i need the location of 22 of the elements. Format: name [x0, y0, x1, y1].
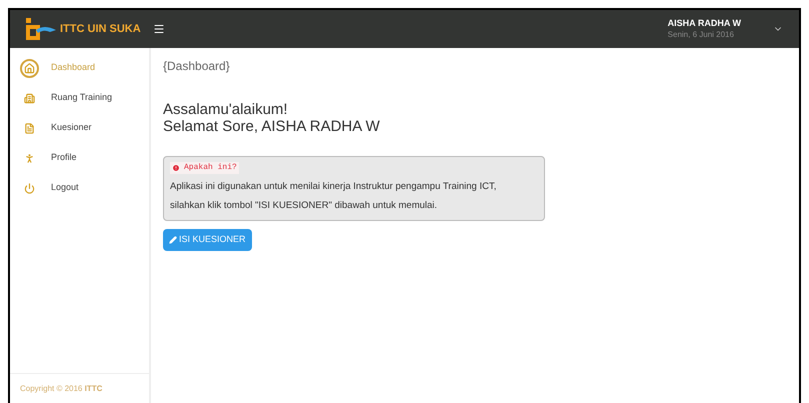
info-title: Apakah ini? [170, 162, 239, 174]
building-icon [24, 92, 35, 104]
sidebar-item[interactable]: Profile [10, 146, 149, 170]
sidebar-item[interactable]: Logout [10, 176, 149, 200]
person-icon [24, 152, 35, 164]
sidebar-item[interactable]: Ruang Training [10, 86, 149, 110]
greeting: Assalamu'alaikum! [163, 101, 288, 118]
salutation: Selamat Sore, AISHA RADHA W [163, 118, 380, 135]
power-icon [24, 182, 35, 194]
brand-name: ITTC UIN SUKA [60, 22, 141, 37]
date-label: Senin, 6 Juni 2016 [668, 30, 735, 40]
logo-icon [26, 18, 56, 40]
home-icon [24, 62, 35, 74]
document-icon [24, 122, 35, 134]
pencil-icon [169, 236, 177, 244]
menu-icon[interactable] [152, 23, 165, 35]
user-name: AISHA RADHA W [668, 18, 741, 30]
breadcrumb: {Dashboard} [163, 58, 230, 75]
alert-icon [172, 164, 180, 172]
copyright-text: Copyright © 2016 ITTC [20, 382, 102, 394]
sidebar-item[interactable]: Kuesioner [10, 116, 149, 140]
info-text: Aplikasi ini digunakan untuk menilai kinerja Instruktur pengampu Training ICT, silahkan klik tombol "ISI KUESIONER" dibawah untuk memulai. [170, 180, 498, 213]
